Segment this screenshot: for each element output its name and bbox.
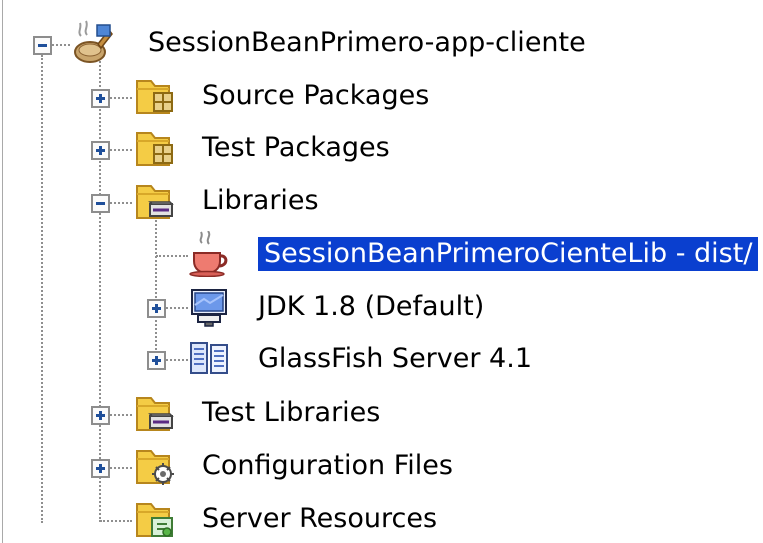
project-coffee-icon-svg xyxy=(74,20,113,63)
children-connector-vertical xyxy=(99,58,101,522)
tree-node-configuration-files[interactable]: Configuration Files xyxy=(132,443,562,489)
java-library-connector xyxy=(156,255,188,257)
source-packages-connector xyxy=(110,97,132,99)
test-packages-label: Test Packages xyxy=(202,132,390,163)
root-collapse-toggle[interactable] xyxy=(33,36,52,55)
project-coffee-icon xyxy=(70,20,114,66)
tree-node-server-resources[interactable]: Server Resources xyxy=(132,496,562,542)
source-packages-expand-toggle[interactable] xyxy=(91,89,110,108)
server-resources-folder-icon xyxy=(132,496,176,542)
server-icon xyxy=(188,336,232,382)
project-tree: SessionBeanPrimero-app-cliente Source Pa… xyxy=(0,0,763,543)
root-connector-vertical xyxy=(41,55,43,523)
server-resources-label: Server Resources xyxy=(202,503,438,534)
java-coffee-icon-svg xyxy=(189,230,228,278)
jdk-connector xyxy=(166,307,188,309)
libraries-connector xyxy=(110,202,132,204)
test-libraries-folder-icon xyxy=(132,390,176,436)
libraries-label: Libraries xyxy=(202,185,319,216)
tree-node-root-project[interactable]: SessionBeanPrimero-app-cliente xyxy=(70,20,630,66)
source-packages-folder-icon-svg xyxy=(136,80,173,114)
jdk-expand-toggle[interactable] xyxy=(147,299,166,318)
test-libraries-expand-toggle[interactable] xyxy=(91,406,110,425)
tree-node-source-packages[interactable]: Source Packages xyxy=(132,73,562,119)
tree-node-session-bean-library[interactable]: SessionBeanPrimeroCienteLib - dist/ xyxy=(188,230,763,278)
test-packages-folder-icon xyxy=(132,125,176,171)
libraries-collapse-toggle[interactable] xyxy=(91,194,110,213)
libraries-folder-icon-svg xyxy=(136,185,174,219)
test-libraries-label: Test Libraries xyxy=(202,397,381,428)
test-packages-connector xyxy=(110,149,132,151)
left-edge-divider xyxy=(2,0,3,543)
configuration-files-label: Configuration Files xyxy=(202,450,453,481)
configuration-folder-icon-svg xyxy=(136,450,174,485)
java-coffee-icon xyxy=(188,230,232,278)
test-packages-expand-toggle[interactable] xyxy=(91,141,110,160)
tree-node-libraries[interactable]: Libraries xyxy=(132,178,562,224)
jdk-computer-icon xyxy=(188,284,232,330)
source-packages-label: Source Packages xyxy=(202,80,430,111)
test-packages-folder-icon-svg xyxy=(136,132,173,166)
jdk-label: JDK 1.8 (Default) xyxy=(258,291,485,322)
root-project-label: SessionBeanPrimero-app-cliente xyxy=(148,27,586,58)
session-bean-library-label: SessionBeanPrimeroCienteLib - dist/ xyxy=(256,236,760,272)
server-resources-connector xyxy=(100,520,132,522)
glassfish-expand-toggle[interactable] xyxy=(147,351,166,370)
libraries-children-connector-vertical xyxy=(155,213,157,358)
server-resources-folder-icon-svg xyxy=(136,503,173,537)
glassfish-server-label: GlassFish Server 4.1 xyxy=(258,343,532,374)
tree-node-test-packages[interactable]: Test Packages xyxy=(132,125,562,171)
tree-node-test-libraries[interactable]: Test Libraries xyxy=(132,390,562,436)
configuration-files-connector xyxy=(110,467,132,469)
tree-node-jdk[interactable]: JDK 1.8 (Default) xyxy=(188,284,618,330)
test-libraries-connector xyxy=(110,414,132,416)
libraries-folder-icon xyxy=(132,178,176,224)
server-icon-svg xyxy=(190,342,228,374)
glassfish-connector xyxy=(166,359,188,361)
jdk-computer-icon-svg xyxy=(191,289,227,327)
configuration-files-expand-toggle[interactable] xyxy=(91,459,110,478)
source-packages-folder-icon xyxy=(132,73,176,119)
test-libraries-folder-icon-svg xyxy=(136,397,174,431)
configuration-folder-icon xyxy=(132,443,176,489)
tree-node-glassfish-server[interactable]: GlassFish Server 4.1 xyxy=(188,336,618,382)
